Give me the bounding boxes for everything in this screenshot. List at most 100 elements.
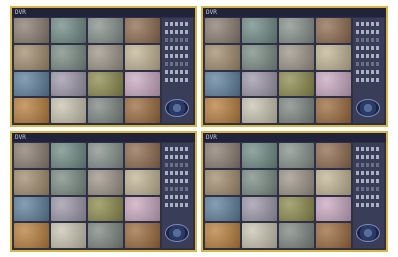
camera-feed[interactable]	[205, 223, 240, 248]
control-row[interactable]	[165, 147, 190, 151]
camera-feed[interactable]	[51, 18, 86, 43]
camera-feed[interactable]	[88, 223, 123, 248]
camera-feed[interactable]	[14, 169, 49, 195]
camera-feed[interactable]	[88, 98, 123, 123]
control-row[interactable]	[165, 54, 190, 58]
control-row[interactable]	[356, 62, 381, 66]
camera-feed[interactable]	[279, 169, 314, 195]
camera-feed[interactable]	[14, 71, 49, 97]
control-row[interactable]	[165, 171, 190, 175]
camera-feed[interactable]	[242, 71, 277, 97]
camera-feed[interactable]	[316, 98, 351, 123]
camera-feed[interactable]	[242, 196, 277, 222]
camera-feed[interactable]	[125, 18, 160, 43]
camera-feed[interactable]	[51, 196, 86, 222]
camera-feed[interactable]	[125, 169, 160, 195]
control-row[interactable]	[356, 195, 381, 199]
camera-feed[interactable]	[316, 223, 351, 248]
camera-feed[interactable]	[242, 18, 277, 43]
control-row[interactable]	[356, 179, 381, 183]
camera-feed[interactable]	[279, 196, 314, 222]
camera-feed[interactable]	[279, 223, 314, 248]
camera-feed[interactable]	[316, 71, 351, 97]
camera-feed[interactable]	[51, 44, 86, 70]
camera-feed[interactable]	[316, 169, 351, 195]
control-row[interactable]	[356, 22, 381, 26]
camera-feed[interactable]	[51, 169, 86, 195]
camera-feed[interactable]	[279, 143, 314, 168]
control-row[interactable]	[165, 30, 190, 34]
camera-feed[interactable]	[242, 98, 277, 123]
control-row[interactable]	[356, 147, 381, 151]
camera-feed[interactable]	[205, 143, 240, 168]
camera-feed[interactable]	[242, 44, 277, 70]
camera-feed[interactable]	[205, 44, 240, 70]
camera-feed[interactable]	[88, 44, 123, 70]
dvr-panel-1[interactable]: DVR	[10, 6, 197, 127]
camera-feed[interactable]	[14, 44, 49, 70]
camera-feed[interactable]	[51, 143, 86, 168]
control-row[interactable]	[356, 171, 381, 175]
camera-feed[interactable]	[205, 71, 240, 97]
camera-feed[interactable]	[51, 98, 86, 123]
camera-feed[interactable]	[205, 98, 240, 123]
camera-feed[interactable]	[242, 169, 277, 195]
camera-feed[interactable]	[279, 44, 314, 70]
control-row[interactable]	[356, 38, 381, 42]
camera-feed[interactable]	[88, 169, 123, 195]
ptz-joystick-icon[interactable]	[165, 224, 189, 242]
camera-feed[interactable]	[88, 18, 123, 43]
dvr-panel-2[interactable]: DVR	[201, 6, 388, 127]
camera-feed[interactable]	[242, 223, 277, 248]
control-row[interactable]	[165, 155, 190, 159]
control-row[interactable]	[165, 38, 190, 42]
control-row[interactable]	[356, 203, 381, 207]
camera-feed[interactable]	[51, 223, 86, 248]
camera-feed[interactable]	[316, 44, 351, 70]
camera-feed[interactable]	[279, 98, 314, 123]
control-row[interactable]	[165, 70, 190, 74]
camera-feed[interactable]	[125, 143, 160, 168]
control-row[interactable]	[356, 163, 381, 167]
camera-feed[interactable]	[14, 143, 49, 168]
control-row[interactable]	[356, 46, 381, 50]
camera-feed[interactable]	[14, 98, 49, 123]
camera-feed[interactable]	[205, 18, 240, 43]
camera-feed[interactable]	[279, 18, 314, 43]
camera-feed[interactable]	[316, 196, 351, 222]
control-row[interactable]	[356, 155, 381, 159]
control-row[interactable]	[356, 70, 381, 74]
dvr-panel-3[interactable]: DVR	[10, 131, 197, 252]
camera-feed[interactable]	[279, 71, 314, 97]
control-row[interactable]	[165, 187, 190, 191]
control-row[interactable]	[356, 54, 381, 58]
camera-feed[interactable]	[125, 223, 160, 248]
camera-feed[interactable]	[125, 71, 160, 97]
camera-feed[interactable]	[51, 71, 86, 97]
control-row[interactable]	[356, 78, 381, 82]
camera-feed[interactable]	[205, 196, 240, 222]
ptz-joystick-icon[interactable]	[356, 99, 380, 117]
camera-feed[interactable]	[14, 18, 49, 43]
dvr-panel-4[interactable]: DVR	[201, 131, 388, 252]
ptz-joystick-icon[interactable]	[356, 224, 380, 242]
camera-feed[interactable]	[242, 143, 277, 168]
camera-feed[interactable]	[125, 44, 160, 70]
control-row[interactable]	[165, 195, 190, 199]
camera-feed[interactable]	[14, 223, 49, 248]
camera-feed[interactable]	[205, 169, 240, 195]
camera-feed[interactable]	[88, 71, 123, 97]
control-row[interactable]	[165, 62, 190, 66]
camera-feed[interactable]	[125, 98, 160, 123]
control-row[interactable]	[165, 22, 190, 26]
camera-feed[interactable]	[316, 143, 351, 168]
control-row[interactable]	[356, 187, 381, 191]
control-row[interactable]	[165, 78, 190, 82]
control-row[interactable]	[165, 46, 190, 50]
camera-feed[interactable]	[14, 196, 49, 222]
control-row[interactable]	[165, 179, 190, 183]
control-row[interactable]	[165, 163, 190, 167]
camera-feed[interactable]	[88, 196, 123, 222]
control-row[interactable]	[165, 203, 190, 207]
camera-feed[interactable]	[316, 18, 351, 43]
